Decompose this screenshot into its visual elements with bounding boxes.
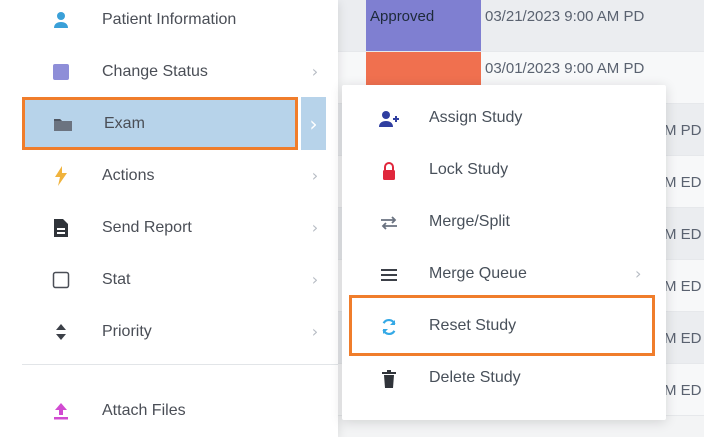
- submenu-item-label: Assign Study: [429, 109, 523, 126]
- menu-item-actions[interactable]: Actions ›: [22, 150, 338, 202]
- submenu-item-assign-study[interactable]: Assign Study: [342, 93, 666, 145]
- menu-item-label: Send Report: [102, 219, 192, 236]
- menu-item-send-report[interactable]: Send Report ›: [22, 202, 338, 254]
- submenu-item-delete-study[interactable]: Delete Study: [342, 353, 666, 405]
- date-cell: 03/01/2023 9:00 AM PD: [485, 60, 645, 77]
- menu-item-label: Change Status: [102, 63, 208, 80]
- bolt-icon: [42, 150, 80, 202]
- table-row[interactable]: Approved 03/21/2023 9:00 AM PD: [338, 0, 704, 52]
- date-cell: M PD: [664, 122, 702, 139]
- chevron-right-icon[interactable]: ›: [301, 97, 326, 150]
- checkbox-icon: [42, 254, 80, 306]
- user-icon: [42, 0, 80, 46]
- chevron-right-icon: ›: [311, 166, 319, 185]
- menu-item-label: Actions: [102, 167, 155, 184]
- submenu-item-reset-study[interactable]: Reset Study: [342, 301, 666, 353]
- menu-item-change-status[interactable]: Change Status ›: [22, 46, 338, 98]
- submenu-item-label: Merge Queue: [429, 265, 527, 282]
- chevron-right-icon: ›: [311, 218, 319, 237]
- menu-item-priority[interactable]: Priority ›: [22, 306, 338, 358]
- chevron-right-icon: ›: [635, 264, 642, 283]
- chevron-right-icon: ›: [311, 270, 319, 289]
- context-menu: Patient Information Change Status › Exam…: [0, 0, 338, 437]
- date-cell: M ED: [664, 330, 702, 347]
- submenu-item-label: Delete Study: [429, 369, 521, 386]
- menu-item-label: Exam: [104, 115, 145, 132]
- menu-item-label: Priority: [102, 323, 152, 340]
- menu-divider: [22, 364, 338, 365]
- submenu-item-label: Lock Study: [429, 161, 509, 178]
- list-icon: [378, 264, 400, 286]
- menu-item-patient-information[interactable]: Patient Information: [22, 0, 338, 46]
- menu-item-label: Stat: [102, 271, 131, 288]
- submenu-item-label: Merge/Split: [429, 213, 510, 230]
- menu-item-exam[interactable]: Exam: [24, 98, 298, 150]
- submenu-item-merge-split[interactable]: Merge/Split: [342, 197, 666, 249]
- assign-user-icon: [378, 108, 400, 130]
- menu-item-attach-files[interactable]: Attach Files: [22, 385, 338, 437]
- submenu-item-merge-queue[interactable]: Merge Queue ›: [342, 249, 666, 301]
- menu-item-label: Attach Files: [102, 402, 186, 419]
- date-cell: 03/21/2023 9:00 AM PD: [485, 8, 645, 25]
- chevron-right-icon: ›: [311, 62, 319, 81]
- menu-item-stat[interactable]: Stat ›: [22, 254, 338, 306]
- trash-icon: [378, 368, 400, 390]
- document-icon: [42, 202, 80, 254]
- date-cell: M ED: [664, 174, 702, 191]
- refresh-icon: [378, 316, 400, 338]
- exam-submenu: Assign Study Lock Study Merge/Split Merg…: [342, 85, 666, 420]
- status-cell: Approved: [366, 0, 481, 51]
- menu-item-label: Patient Information: [102, 11, 237, 28]
- date-cell: M ED: [664, 226, 702, 243]
- date-cell: M ED: [664, 382, 702, 399]
- merge-split-icon: [378, 212, 400, 234]
- lock-icon: [378, 160, 400, 182]
- submenu-item-label: Reset Study: [429, 317, 517, 334]
- date-cell: M ED: [664, 278, 702, 295]
- submenu-item-lock-study[interactable]: Lock Study: [342, 145, 666, 197]
- square-icon: [42, 46, 80, 98]
- worklist-screen: Approved 03/21/2023 9:00 AM PD 03/01/202…: [0, 0, 704, 437]
- upload-icon: [42, 385, 80, 437]
- sort-icon: [42, 306, 80, 358]
- folder-icon: [44, 98, 82, 150]
- chevron-right-icon: ›: [311, 322, 319, 341]
